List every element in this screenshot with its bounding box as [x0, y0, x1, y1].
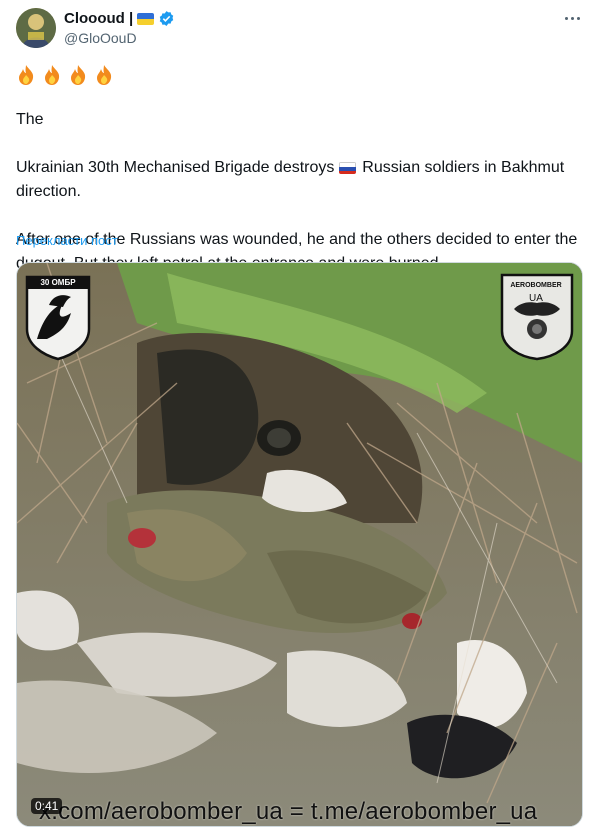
fire-emoji-icon — [19, 65, 34, 86]
aerobomber-logo-text: AEROBOMBER — [510, 282, 562, 289]
fire-emoji-icon — [45, 65, 60, 86]
author-handle[interactable]: @GloOouD — [64, 30, 137, 46]
tweet-text-segment: Ukrainian 30th Mechanised Brigade destro… — [16, 159, 339, 176]
russia-flag-icon — [338, 162, 356, 175]
video-watermark: x.com/aerobomber_ua = t.me/aerobomber_ua — [39, 798, 538, 825]
verified-badge-icon — [159, 11, 174, 26]
ukraine-flag-icon — [137, 12, 155, 25]
tweet-paragraph-1: The — [16, 108, 581, 132]
video-player[interactable]: AEROBOMBER UA 30 ОМБР x.com/aerobomber_u… — [16, 262, 583, 827]
tweet-header: Cloooud | @GloOouD — [16, 8, 583, 52]
emoji-line: 🔥🔥🔥🔥 — [16, 62, 114, 86]
fire-emoji-icon — [71, 65, 86, 86]
translate-post-link[interactable]: Перекласти пост — [16, 233, 118, 248]
tweet-text-prefix: The — [16, 111, 49, 128]
brigade-logo-text: 30 ОМБР — [40, 278, 76, 287]
avatar[interactable] — [16, 8, 56, 48]
aerobomber-logo-sub: UA — [529, 293, 543, 304]
author-name-row: Cloooud | — [64, 10, 175, 27]
fire-emoji-icon — [97, 65, 112, 86]
more-dots-icon[interactable] — [563, 10, 583, 26]
ukraine-flag-icon — [48, 114, 65, 126]
video-timestamp: 0:41 — [31, 798, 63, 814]
author-display-name[interactable]: Cloooud | — [64, 10, 133, 27]
